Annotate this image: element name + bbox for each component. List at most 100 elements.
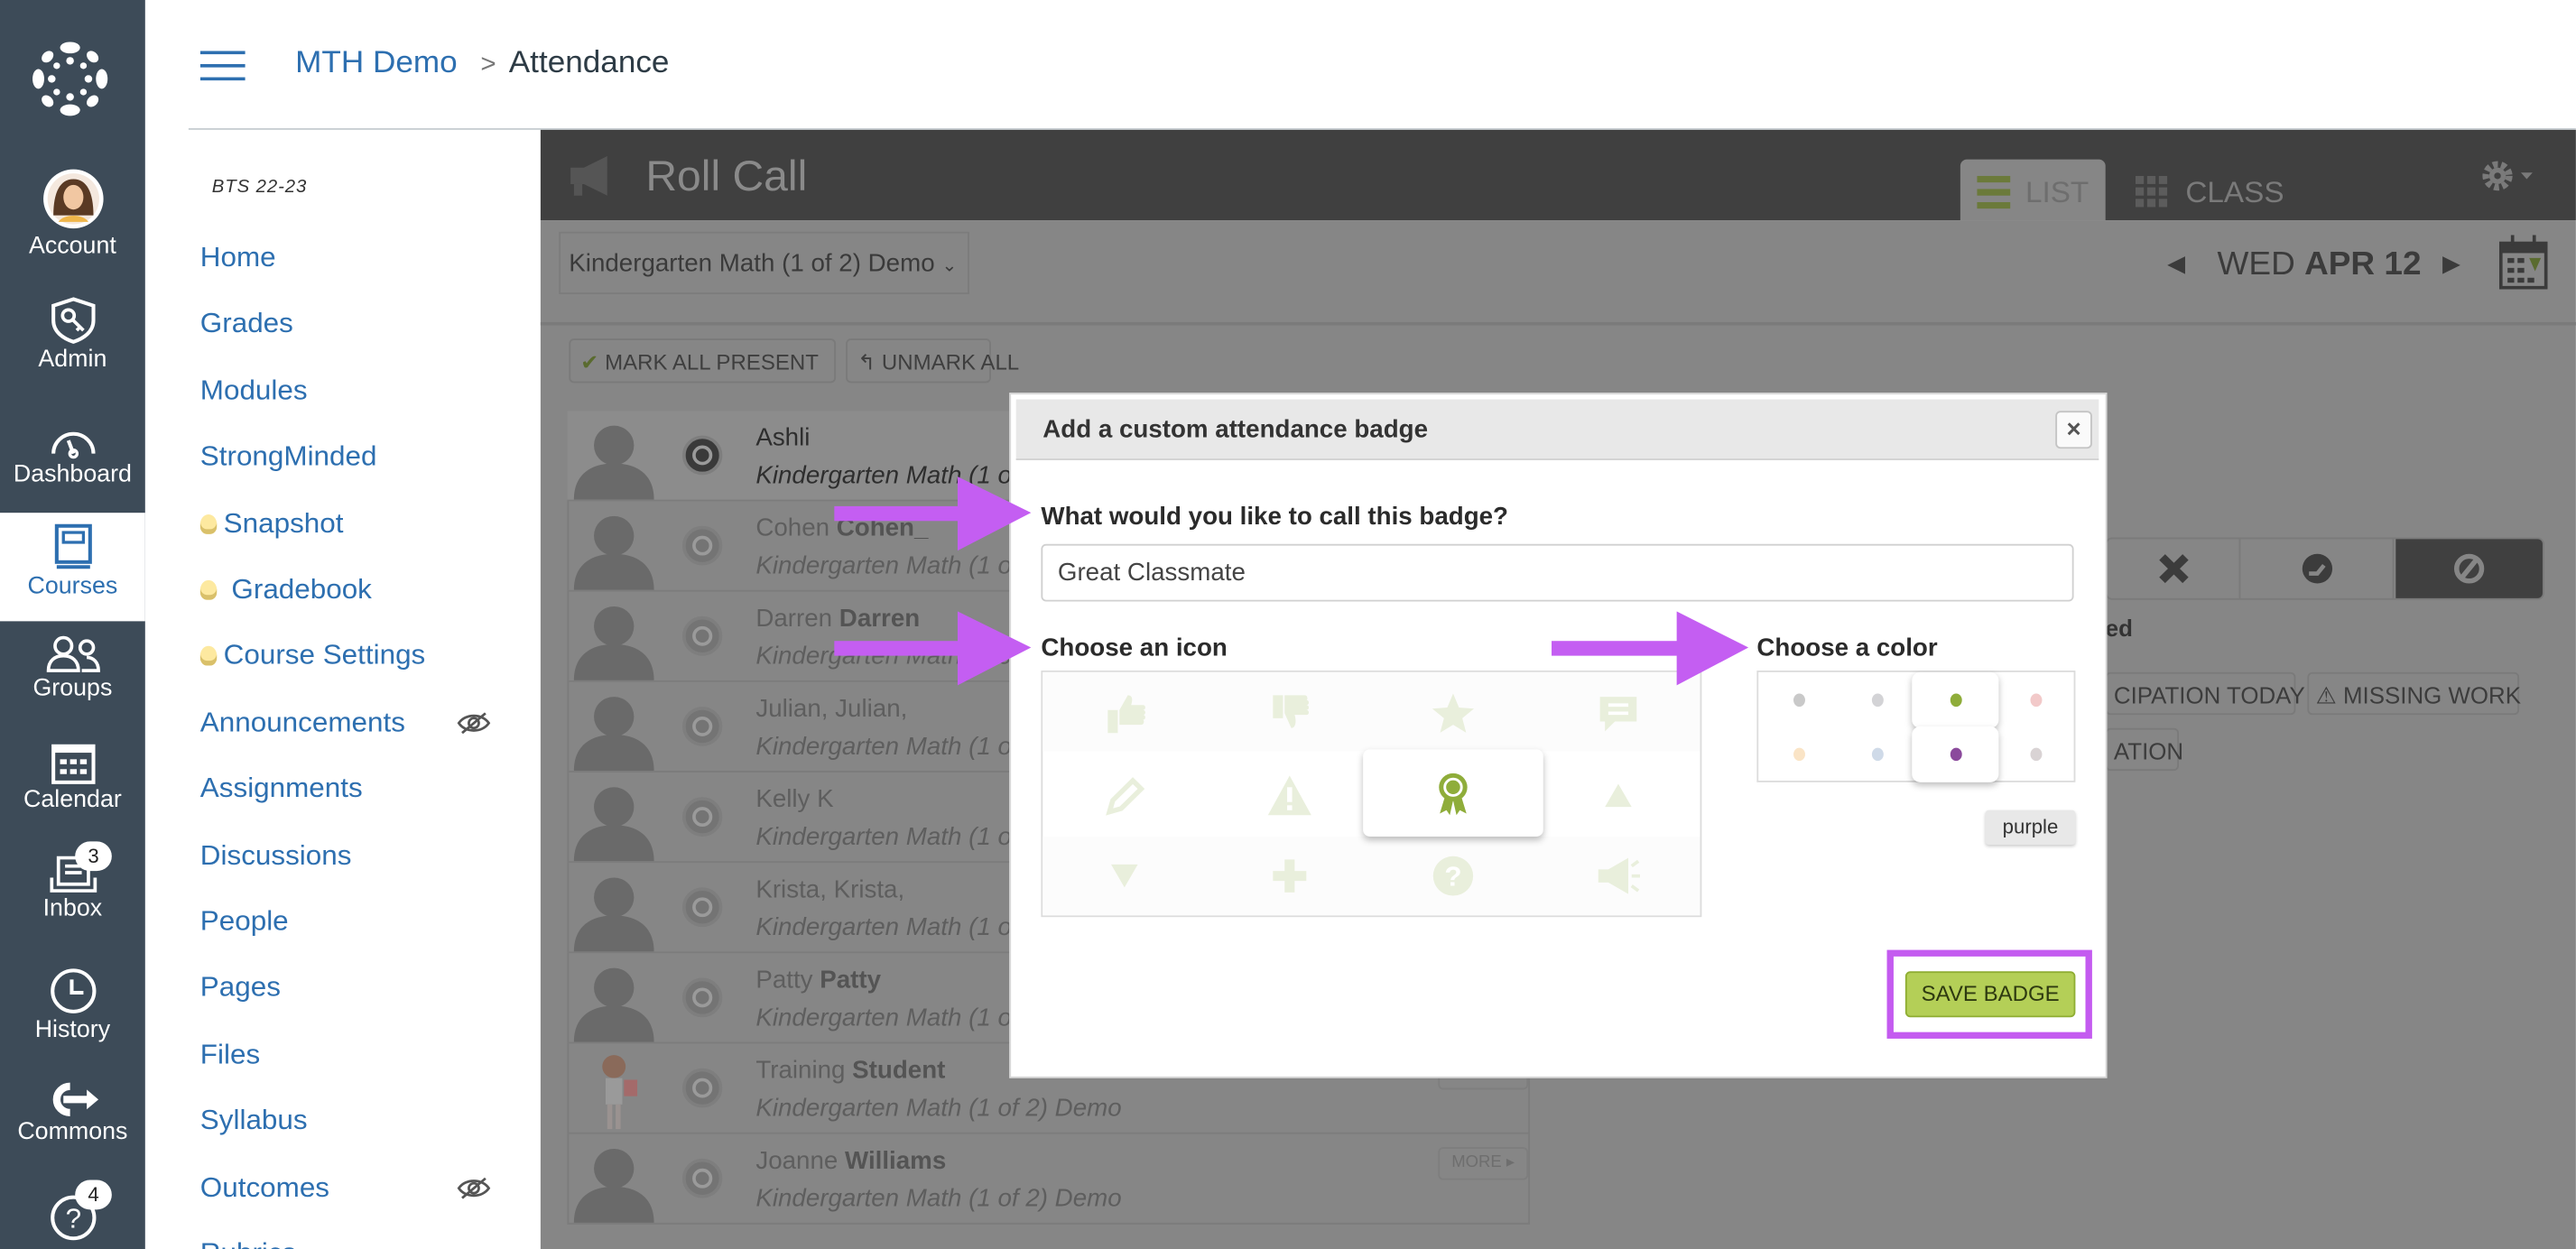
badge-name-input[interactable] — [1041, 543, 2074, 602]
clock-check-icon — [2301, 553, 2332, 584]
color-swatch[interactable] — [1838, 726, 1918, 782]
course-nav-discussions[interactable]: Discussions — [200, 839, 352, 872]
global-nav-history[interactable]: History — [0, 967, 145, 1055]
icon-option-pencil[interactable] — [1042, 754, 1206, 836]
student-row[interactable]: Joanne Williams Kindergarten Math (1 of 2… — [567, 1134, 1530, 1225]
canvas-logo[interactable] — [30, 40, 110, 118]
unmarked-button[interactable] — [2395, 539, 2543, 598]
color-swatch[interactable] — [1758, 726, 1839, 782]
course-nav-outcomes[interactable]: Outcomes — [200, 1171, 491, 1204]
icon-option-warning[interactable] — [1207, 754, 1370, 836]
student-last-name: Student — [852, 1056, 946, 1085]
global-nav-account[interactable]: Account — [0, 166, 145, 268]
icon-option-plus[interactable] — [1207, 835, 1370, 917]
color-swatch[interactable] — [1838, 672, 1918, 728]
megaphone-icon — [570, 156, 607, 196]
icon-option-thumbs-up[interactable] — [1042, 672, 1206, 754]
attendance-status-icon[interactable] — [681, 435, 723, 476]
calendar-picker-icon[interactable] — [2498, 235, 2548, 290]
global-nav-inbox[interactable]: Inbox 3 — [0, 841, 145, 943]
gear-menu-icon[interactable] — [2481, 160, 2544, 196]
tab-list[interactable]: LIST — [1960, 159, 2106, 221]
global-nav-commons[interactable]: Commons — [0, 1081, 145, 1170]
badge-missing-work-button[interactable]: ⚠ MISSING WORK — [2307, 671, 2521, 716]
color-dot — [1793, 693, 1805, 708]
course-select[interactable]: Kindergarten Math (1 of 2) Demo ⌄ — [559, 231, 969, 294]
global-nav-groups[interactable]: Groups — [0, 634, 145, 717]
course-nav-announcements[interactable]: Announcements — [200, 707, 491, 739]
course-nav-syllabus[interactable]: Syllabus — [200, 1105, 308, 1137]
color-swatch[interactable] — [1912, 726, 1999, 782]
save-badge-button[interactable]: SAVE BADGE — [1904, 971, 2076, 1018]
attendance-status-icon[interactable] — [681, 1158, 723, 1198]
global-nav-help[interactable]: ? 4 — [0, 1180, 145, 1249]
course-nav-gradebook[interactable]: Gradebook — [199, 574, 372, 606]
date-date: APR 12 — [2304, 246, 2422, 283]
global-nav-admin[interactable]: Admin — [0, 296, 145, 392]
course-nav-label: Course Settings — [223, 640, 426, 671]
course-nav-modules[interactable]: Modules — [200, 375, 308, 407]
avatar — [0, 166, 145, 232]
close-button[interactable]: × — [2055, 411, 2092, 449]
global-nav-dashboard[interactable]: Dashboard — [0, 421, 145, 503]
absent-button[interactable] — [2108, 539, 2241, 598]
icon-option-triangle-down[interactable] — [1042, 835, 1206, 917]
global-nav-calendar[interactable]: Calendar — [0, 739, 145, 831]
attendance-status-icon[interactable] — [681, 1068, 723, 1108]
triangle-down-icon — [1101, 853, 1148, 899]
attendance-status-icon[interactable] — [681, 977, 723, 1018]
course-nav-rubrics[interactable]: Rubrics — [200, 1237, 297, 1249]
course-nav-label: Grades — [199, 308, 293, 339]
global-nav-label: Account — [28, 233, 116, 260]
annotation-arrow-icon — [834, 476, 1032, 551]
student-avatar — [570, 508, 657, 590]
color-dot — [2030, 747, 2043, 762]
unmark-all-label: UNMARK ALL — [881, 349, 1020, 375]
badge-participation-button[interactable]: CIPATION TODAY — [2105, 671, 2305, 716]
annotation-arrow-icon — [834, 611, 1032, 686]
icon-option-megaphone[interactable] — [1535, 835, 1699, 917]
mark-all-present-button[interactable]: ✔ MARK ALL PRESENT — [569, 338, 837, 384]
prev-date-icon[interactable]: ◀ — [2167, 250, 2185, 278]
color-dot — [1871, 693, 1884, 708]
icon-option-triangle-up[interactable] — [1535, 754, 1699, 836]
badge-partial-button[interactable]: ATION — [2105, 727, 2183, 772]
global-nav-courses[interactable]: Courses — [0, 513, 145, 622]
course-nav-files[interactable]: Files — [200, 1039, 260, 1071]
attendance-status-icon[interactable] — [681, 887, 723, 928]
student-last-name: Patty — [820, 966, 882, 995]
course-nav-label: People — [199, 905, 289, 938]
course-nav-home[interactable]: Home — [200, 242, 276, 274]
attendance-status-icon[interactable] — [681, 797, 723, 837]
global-nav: Account Admin Dashboard Courses Groups Calend… — [0, 0, 145, 1249]
status-text: ed — [2105, 615, 2133, 642]
icon-option-thumbs-down[interactable] — [1207, 672, 1370, 754]
course-nav-people[interactable]: People — [200, 905, 289, 938]
color-swatch[interactable] — [1997, 672, 2077, 728]
course-nav-strongminded[interactable]: StrongMinded — [200, 440, 377, 473]
course-nav-snapshot[interactable]: Snapshot — [199, 507, 343, 540]
attendance-status-icon[interactable] — [681, 707, 723, 746]
next-date-icon[interactable]: ▶ — [2442, 250, 2460, 278]
attendance-status-icon[interactable] — [681, 615, 723, 656]
more-button[interactable]: MORE ▸ — [1438, 1147, 1529, 1180]
course-nav-pages[interactable]: Pages — [200, 972, 281, 1004]
color-swatch[interactable] — [1997, 726, 2077, 782]
course-nav-course-settings[interactable]: Course Settings — [199, 640, 426, 672]
icon-option-award[interactable] — [1363, 749, 1543, 837]
attendance-status-icon[interactable] — [681, 525, 723, 566]
course-nav-grades[interactable]: Grades — [200, 308, 293, 340]
hamburger-menu-icon[interactable] — [199, 51, 246, 81]
course-nav-assignments[interactable]: Assignments — [200, 773, 363, 805]
icon-option-star[interactable] — [1371, 672, 1534, 754]
breadcrumb-course-link[interactable]: MTH Demo — [295, 46, 458, 82]
unmark-all-button[interactable]: ↰ UNMARK ALL — [846, 338, 1019, 384]
student-name: Krista, Krista, — [755, 876, 904, 904]
speedometer-icon — [0, 421, 145, 460]
late-button[interactable] — [2240, 539, 2395, 598]
icon-option-question[interactable]: ? — [1371, 835, 1534, 917]
color-swatch[interactable] — [1912, 671, 1999, 728]
color-swatch[interactable] — [1758, 672, 1839, 728]
course-nav-label: Files — [199, 1038, 261, 1070]
tab-class[interactable]: CLASS — [2135, 160, 2303, 220]
